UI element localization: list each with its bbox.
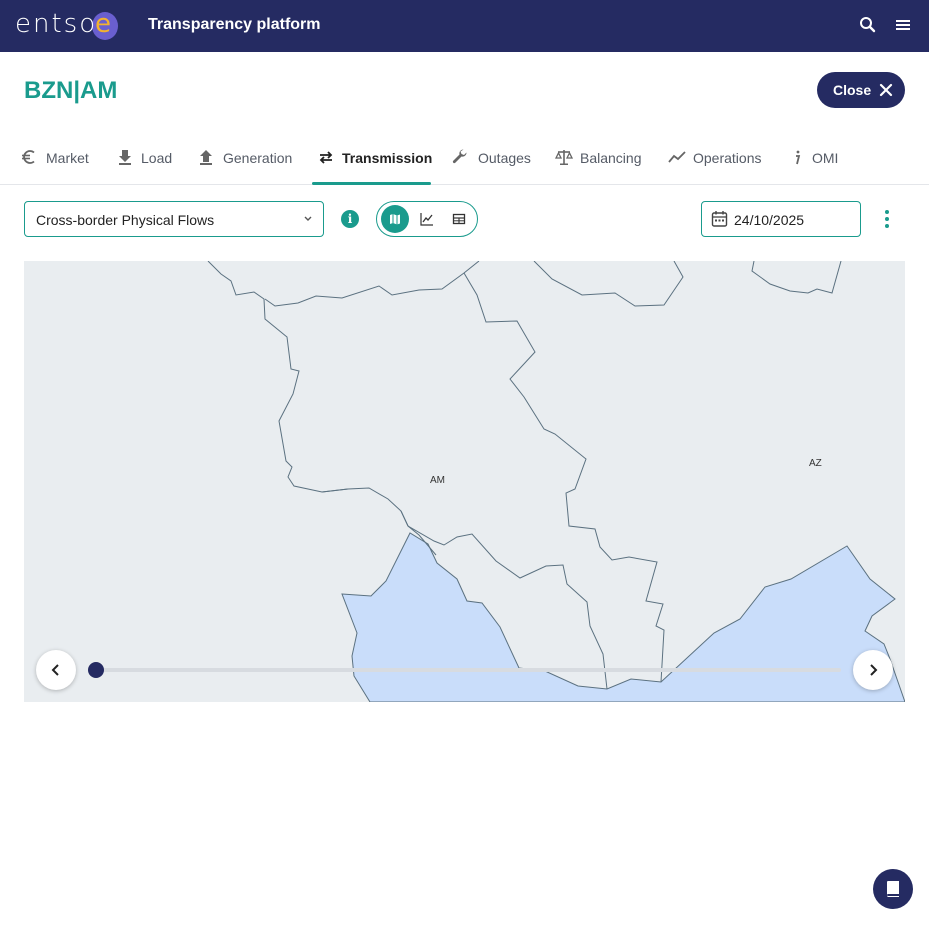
calendar-icon (711, 211, 728, 227)
previous-button[interactable] (36, 650, 76, 690)
dataset-select[interactable]: Cross-border Physical Flows (24, 201, 324, 237)
page-title: BZN|AM (24, 77, 118, 104)
tab-omi[interactable]: OMI (788, 130, 840, 184)
top-bar: entso e Transparency platform (0, 0, 929, 52)
search-icon[interactable] (858, 15, 880, 37)
trend-line-icon (668, 151, 686, 163)
logo-e-letter: e (95, 9, 111, 39)
map-label-am: AM (430, 475, 445, 486)
euro-icon (22, 150, 35, 164)
tab-label: Load (141, 150, 173, 166)
tab-load[interactable]: Load (116, 130, 176, 184)
date-picker[interactable]: 24/10/2025 (701, 201, 861, 237)
domain-tabs: Market Load Generation Transmission Outa… (0, 130, 929, 185)
line-chart-icon (420, 213, 433, 226)
chevron-down-icon (304, 216, 312, 221)
border-line (264, 261, 480, 307)
map-canvas (207, 261, 905, 702)
tab-market[interactable]: Market (20, 130, 94, 184)
map-view-button[interactable] (381, 205, 409, 233)
entsoe-logo[interactable]: entso (15, 9, 97, 39)
close-label: Close (833, 82, 872, 98)
date-value: 24/10/2025 (734, 212, 805, 228)
tab-label: OMI (812, 150, 839, 166)
scale-icon (555, 150, 573, 165)
chevron-left-icon (51, 664, 59, 676)
timeline-track[interactable] (96, 668, 841, 672)
info-icon[interactable]: i (341, 210, 359, 228)
tab-label: Outages (478, 150, 531, 166)
map-icon (390, 214, 400, 225)
app-title: Transparency platform (148, 16, 321, 33)
download-icon (119, 150, 131, 165)
chevron-right-icon (870, 664, 878, 676)
table-view-button[interactable] (445, 205, 473, 233)
upload-icon (200, 150, 212, 165)
flow-map[interactable]: AM AZ (24, 261, 905, 702)
tab-generation[interactable]: Generation (197, 130, 297, 184)
wrench-icon (452, 149, 467, 164)
help-manual-button[interactable] (873, 869, 913, 909)
tab-label: Generation (223, 150, 293, 166)
next-button[interactable] (853, 650, 893, 690)
logo-text: entso (15, 9, 98, 39)
border-line (207, 261, 437, 556)
map-label-az: AZ (809, 458, 822, 469)
timeline-thumb[interactable] (88, 662, 104, 678)
border-line (533, 261, 684, 307)
info-italic-icon (796, 150, 801, 165)
tab-label: Transmission (342, 150, 433, 166)
tab-label: Market (46, 150, 89, 166)
view-mode-toggle (376, 201, 478, 237)
tab-label: Balancing (580, 150, 642, 166)
tab-transmission[interactable]: Transmission (312, 130, 433, 185)
more-options-icon[interactable] (878, 208, 896, 230)
close-button[interactable]: Close (817, 72, 905, 108)
book-icon (886, 881, 899, 897)
tab-label: Operations (693, 150, 762, 166)
border-line (321, 488, 349, 493)
tab-balancing[interactable]: Balancing (555, 130, 647, 184)
tab-outages[interactable]: Outages (451, 130, 535, 184)
swap-arrows-icon (319, 151, 333, 164)
table-icon (452, 213, 466, 225)
close-icon (879, 83, 893, 97)
border-line (751, 261, 842, 294)
tab-operations[interactable]: Operations (668, 130, 766, 184)
active-tab-indicator (312, 182, 431, 185)
hamburger-menu-icon[interactable] (893, 15, 915, 37)
chart-view-button[interactable] (413, 205, 441, 233)
dataset-select-value: Cross-border Physical Flows (36, 212, 215, 228)
